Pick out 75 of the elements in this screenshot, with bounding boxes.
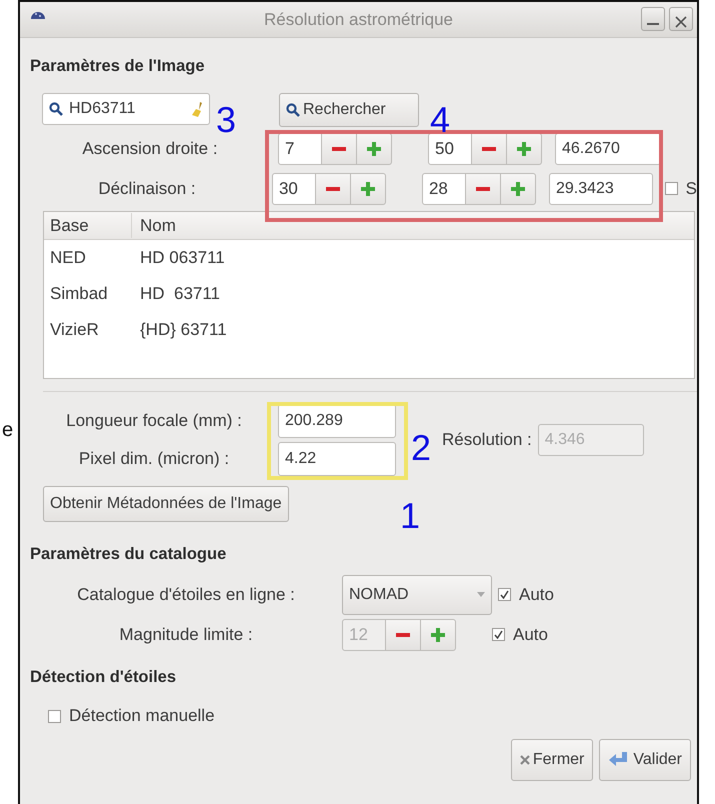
decrement-button[interactable] bbox=[386, 618, 421, 650]
spin-value[interactable]: 7 bbox=[278, 132, 322, 165]
close-icon bbox=[520, 754, 530, 765]
close-icon bbox=[675, 16, 687, 28]
increment-button[interactable] bbox=[350, 172, 386, 205]
decrement-button[interactable] bbox=[322, 132, 357, 165]
minus-icon bbox=[482, 146, 496, 151]
table-cell-text: Simbad bbox=[49, 283, 109, 305]
checkbox-label: Détection manuelle bbox=[69, 705, 215, 728]
checkbox[interactable] bbox=[48, 710, 61, 722]
decrement-button[interactable] bbox=[466, 172, 501, 205]
minus-icon bbox=[326, 186, 340, 191]
checkbox[interactable] bbox=[664, 182, 678, 196]
minus-icon bbox=[476, 186, 490, 191]
field-label: Pixel dim. (micron) : bbox=[78, 448, 230, 470]
section-heading: Détection d'étoiles bbox=[30, 666, 178, 688]
search-icon bbox=[49, 102, 63, 116]
plus-icon bbox=[517, 142, 531, 156]
checkbox-label: S bbox=[686, 178, 697, 200]
spin-value[interactable]: 28 bbox=[422, 172, 466, 205]
section-heading: Paramètres de l'Image bbox=[30, 56, 206, 77]
dropdown-arrow-icon bbox=[477, 592, 485, 597]
text-field[interactable]: 200.289 bbox=[278, 404, 396, 438]
minus-icon bbox=[396, 632, 410, 636]
search-icon bbox=[286, 102, 300, 117]
decrement-button[interactable] bbox=[316, 172, 351, 205]
annotation-number: 3 bbox=[216, 102, 236, 138]
field-label: Ascension droite : bbox=[81, 138, 219, 160]
text-field[interactable]: 46.2670 bbox=[555, 132, 661, 165]
field-label: Longueur focale (mm) : bbox=[65, 410, 243, 432]
table-cell-text: NED bbox=[49, 247, 87, 269]
minimize-icon bbox=[647, 23, 659, 25]
increment-button[interactable] bbox=[357, 132, 392, 165]
field-label: Catalogue d'étoiles en ligne : bbox=[76, 584, 296, 606]
increment-button[interactable] bbox=[507, 132, 542, 165]
section-heading: Paramètres du catalogue bbox=[30, 544, 228, 565]
table-cell-text: {HD} 63711 bbox=[139, 319, 228, 341]
text-field[interactable]: 4.22 bbox=[278, 442, 396, 476]
close-button[interactable] bbox=[669, 7, 693, 31]
column-header[interactable]: Nom bbox=[132, 212, 694, 238]
catalog-dropdown[interactable]: NOMAD bbox=[342, 574, 492, 614]
column-header[interactable]: Base bbox=[44, 212, 132, 238]
field-label: Déclinaison : bbox=[97, 178, 197, 200]
table-cell-text: VizieR bbox=[49, 319, 100, 341]
checkbox-label: Auto bbox=[519, 584, 554, 606]
decrement-button[interactable] bbox=[472, 132, 507, 165]
plus-icon bbox=[367, 142, 381, 156]
window-title: Résolution astrométrique bbox=[264, 8, 453, 31]
metadata-button[interactable]: Obtenir Métadonnées de l'Image bbox=[43, 486, 289, 522]
table-cell-text: HD 063711 bbox=[139, 247, 226, 269]
table-cell-text: HD 63711 bbox=[139, 283, 222, 305]
spin-value[interactable]: 30 bbox=[272, 172, 316, 205]
plus-icon bbox=[360, 182, 375, 196]
minus-icon bbox=[332, 146, 346, 151]
search-button[interactable]: Rechercher bbox=[279, 92, 419, 127]
checkmark-icon bbox=[494, 630, 503, 639]
text-field[interactable]: 29.3423 bbox=[548, 172, 653, 205]
dialog-button[interactable]: Fermer bbox=[510, 738, 594, 781]
annotation-number: 1 bbox=[400, 498, 420, 534]
annotation-number: 2 bbox=[411, 430, 432, 466]
field-label: Magnitude limite : bbox=[118, 624, 254, 646]
plus-icon bbox=[431, 628, 445, 642]
plus-icon bbox=[510, 182, 525, 196]
field-label: Résolution : bbox=[442, 429, 532, 451]
spin-value[interactable]: 50 bbox=[428, 132, 472, 165]
background-text: e bbox=[2, 418, 14, 443]
broom-icon bbox=[191, 100, 203, 117]
search-field[interactable]: HD63711 bbox=[42, 92, 210, 125]
checkbox-label: Auto bbox=[513, 624, 548, 646]
checkmark-icon bbox=[500, 590, 509, 599]
increment-button[interactable] bbox=[500, 172, 536, 205]
minimize-button[interactable] bbox=[641, 7, 665, 31]
increment-button[interactable] bbox=[421, 618, 456, 650]
checkbox[interactable] bbox=[498, 588, 511, 601]
dialog-button[interactable]: Valider bbox=[599, 738, 691, 781]
